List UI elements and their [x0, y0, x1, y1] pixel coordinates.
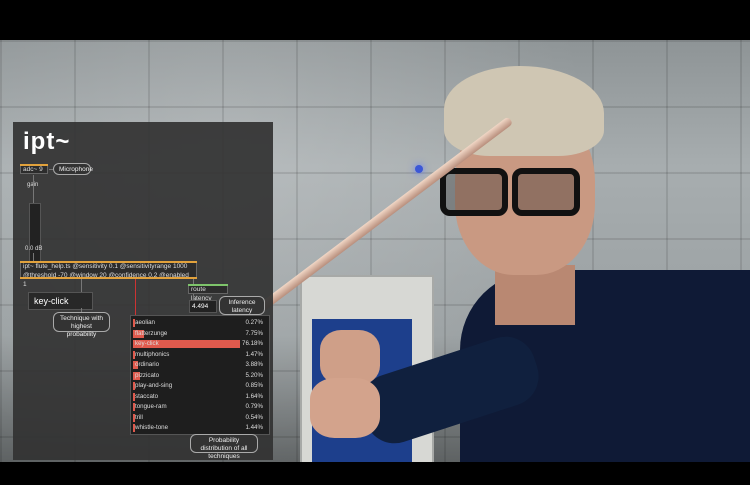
technique-wire — [81, 279, 82, 292]
flutist — [310, 60, 750, 462]
technique-name: whistle-tone — [135, 424, 169, 431]
technique-name: flatterzunge — [135, 329, 168, 337]
video-frame: ipt~ adc~ 9 Microphone gain 0.0 dB ipt~ … — [0, 40, 750, 462]
technique-name: multiphonics — [135, 350, 170, 358]
ipt-inlet — [20, 261, 197, 263]
technique-probability: 76.18% — [242, 340, 263, 347]
route-inlet — [188, 284, 228, 286]
max-patcher-panel: ipt~ adc~ 9 Microphone gain 0.0 dB ipt~ … — [13, 122, 273, 460]
table-row: staccato 1.64% — [133, 392, 265, 402]
table-row: pizzicato 5.20% — [133, 371, 265, 381]
microphone-annotation: Microphone — [53, 163, 93, 175]
table-row: aeolian 0.27% — [133, 318, 265, 328]
technique-name: play-and-sing — [135, 382, 173, 389]
latency-annotation: Inference latency (ms) — [219, 296, 265, 322]
technique-probability: 1.64% — [245, 392, 263, 400]
ipt-object-line1: ipt~ flute_help.ts @sensitivity 0.1 @sen… — [23, 263, 188, 270]
technique-probability: 5.20% — [245, 371, 263, 379]
technique-probability: 0.79% — [245, 403, 263, 410]
technique-name: pizzicato — [135, 371, 160, 379]
ipt-object-line2: @threshold -70 @window 20 @confidence 0.… — [23, 272, 189, 288]
flutist-hand-upper — [320, 330, 380, 385]
technique-probability: 0.85% — [245, 382, 263, 389]
glasses-lens-right — [512, 168, 580, 216]
technique-name: aeolian — [135, 319, 155, 326]
technique-probability: 7.75% — [245, 329, 263, 337]
table-row: flatterzunge 7.75% — [133, 329, 265, 339]
ipt-logo: ipt~ — [23, 128, 71, 155]
table-row: tongue-ram 0.79% — [133, 402, 265, 412]
technique-name: staccato — [135, 392, 159, 400]
table-row: multiphonics 1.47% — [133, 350, 265, 360]
glasses — [440, 160, 580, 216]
glasses-lens-left — [440, 168, 508, 216]
technique-probability: 1.44% — [245, 424, 263, 431]
technique-name: key-click — [135, 340, 159, 347]
flutist-hair — [444, 66, 604, 156]
technique-output: key-click — [28, 292, 93, 310]
table-row: whistle-tone 1.44% — [133, 423, 265, 433]
adc-inlet — [20, 164, 48, 166]
technique-name: tongue-ram — [135, 403, 167, 410]
probability-table: aeolian 0.27% flatterzunge 7.75% key-click 76… — [130, 315, 270, 435]
technique-annotation: Technique with highest probability — [53, 312, 110, 338]
gain-value: 0.0 dB — [25, 246, 43, 252]
flutist-hand-lower — [310, 378, 380, 438]
gain-ipt-wire — [33, 253, 34, 261]
technique-probability: 0.54% — [245, 413, 263, 421]
distribution-wire — [135, 279, 136, 315]
adc-gain-wire — [33, 175, 34, 203]
table-row: key-click 76.18% — [133, 339, 265, 349]
technique-name: trill — [135, 413, 143, 421]
ipt-outlet — [20, 277, 197, 279]
table-row: trill 0.54% — [133, 413, 265, 423]
gain-slider[interactable] — [29, 203, 41, 270]
table-row: ordinario 3.88% — [133, 360, 265, 370]
technique-name: ordinario — [135, 361, 160, 368]
distribution-annotation: Probability distribution of all techniqu… — [190, 434, 258, 460]
table-row: play-and-sing 0.85% — [133, 381, 265, 391]
technique-probability: 0.27% — [245, 319, 263, 326]
technique-probability: 1.47% — [245, 350, 263, 358]
latency-value: 4.494 — [189, 300, 217, 313]
technique-probability: 3.88% — [245, 361, 263, 368]
